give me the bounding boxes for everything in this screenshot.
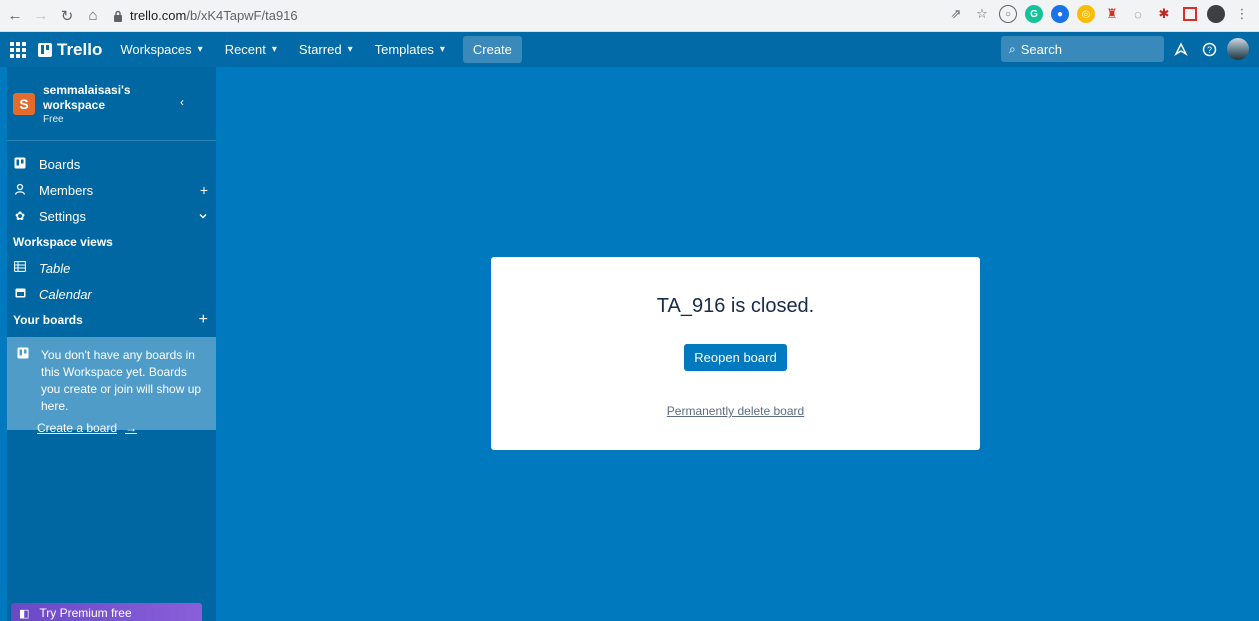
- url-path: /b/xK4TapwF/ta916: [186, 8, 298, 23]
- menu-icon[interactable]: ⋮: [1233, 5, 1251, 23]
- notifications-icon[interactable]: [1172, 40, 1190, 58]
- menu-label: Templates: [374, 42, 434, 57]
- collapse-sidebar-icon[interactable]: ‹: [180, 95, 184, 109]
- settings-icon: ✿: [14, 209, 26, 223]
- share-icon[interactable]: ⇗: [947, 5, 965, 23]
- star-icon[interactable]: ☆: [973, 5, 991, 23]
- add-member-icon[interactable]: +: [200, 182, 208, 198]
- profile-icon[interactable]: [1207, 5, 1225, 23]
- menu-starred[interactable]: Starred ▾: [295, 38, 357, 61]
- sidebar-item-boards[interactable]: Boards: [7, 151, 216, 177]
- workspace-info: semmalaisasi's workspace Free: [43, 83, 131, 125]
- sidebar-item-calendar[interactable]: Calendar: [7, 281, 216, 307]
- extension-icon[interactable]: ◎: [1077, 5, 1095, 23]
- create-board-link[interactable]: Create a board →: [37, 421, 137, 435]
- menu-recent[interactable]: Recent ▾: [221, 38, 281, 61]
- extension-icon[interactable]: ♜: [1103, 5, 1121, 23]
- search-icon: ⌕: [1009, 41, 1016, 56]
- back-arrow-icon[interactable]: ←: [4, 5, 26, 27]
- table-icon: [13, 260, 27, 275]
- grammarly-icon[interactable]: G: [1025, 5, 1043, 23]
- calendar-icon: [13, 287, 27, 301]
- user-avatar[interactable]: [1227, 38, 1249, 60]
- trello-logo[interactable]: Trello: [38, 40, 102, 60]
- chevron-down-icon[interactable]: [198, 208, 208, 224]
- sidebar-item-label: Settings: [39, 208, 86, 224]
- lock-icon: [112, 10, 124, 22]
- sidebar-item-label: Boards: [39, 156, 81, 172]
- home-icon[interactable]: ⌂: [82, 5, 104, 27]
- sidebar-item-members[interactable]: Members +: [7, 177, 216, 203]
- menu-label: Starred: [298, 42, 342, 57]
- sidebar-item-label: Members: [39, 182, 94, 198]
- extensions-area: ⇗ ☆ ○ G ● ◎ ♜ ◌ ✱ ⋮: [947, 5, 1251, 23]
- menu-templates[interactable]: Templates ▾: [371, 38, 449, 61]
- extension-icon[interactable]: ◌: [1129, 5, 1147, 23]
- board-icon: [17, 347, 29, 415]
- empty-boards-notice: You don't have any boards in this Worksp…: [7, 337, 216, 435]
- extension-icon[interactable]: ○: [999, 5, 1017, 23]
- workspace-header: S semmalaisasi's workspace Free ‹: [7, 67, 216, 141]
- sidebar: S semmalaisasi's workspace Free ‹ Boards…: [7, 67, 216, 621]
- extension-icon[interactable]: ●: [1051, 5, 1069, 23]
- app-switcher-icon[interactable]: [10, 41, 26, 58]
- arrow-right-icon: →: [125, 421, 138, 435]
- logo-text: Trello: [57, 39, 103, 59]
- members-icon: [13, 183, 27, 198]
- chevron-down-icon: ▾: [439, 44, 445, 55]
- create-button[interactable]: Create: [462, 36, 522, 63]
- sidebar-item-table[interactable]: Table: [7, 255, 216, 281]
- premium-label: Try Premium free: [39, 606, 132, 620]
- empty-boards-row: You don't have any boards in this Worksp…: [17, 347, 208, 415]
- trello-header: Trello Workspaces ▾ Recent ▾ Starred ▾ Temp…: [0, 32, 1259, 67]
- search-placeholder: Search: [1020, 41, 1062, 57]
- menu-label: Recent: [224, 42, 266, 57]
- menu-workspaces[interactable]: Workspaces ▾: [116, 38, 206, 61]
- premium-icon: ◧: [19, 607, 30, 620]
- trello-logo-icon: [38, 42, 52, 57]
- empty-boards-message: You don't have any boards in this Worksp…: [41, 348, 202, 413]
- puzzle-icon[interactable]: ✱: [1155, 5, 1173, 23]
- address-bar[interactable]: trello.com/b/xK4TapwF/ta916: [112, 3, 1012, 29]
- board-icon: [13, 157, 27, 172]
- closed-board-title: TA_916 is closed.: [656, 295, 815, 317]
- reload-icon[interactable]: ↻: [56, 5, 78, 27]
- chevron-down-icon: ▾: [197, 44, 203, 55]
- menu-label: Workspaces: [120, 42, 192, 57]
- add-board-icon[interactable]: +: [199, 311, 208, 329]
- help-icon[interactable]: ?: [1200, 40, 1218, 58]
- sidebar-item-label: Table: [39, 260, 71, 276]
- search-input[interactable]: ⌕ Search: [1001, 36, 1164, 62]
- chevron-down-icon: ▾: [271, 44, 277, 55]
- workspace-avatar[interactable]: S: [13, 92, 35, 115]
- permanently-delete-link[interactable]: Permanently delete board: [491, 404, 980, 418]
- workspace-views-heading: Workspace views: [13, 235, 113, 249]
- forward-arrow-icon[interactable]: →: [30, 5, 52, 27]
- browser-toolbar: ← → ↻ ⌂ trello.com/b/xK4TapwF/ta916 ⇗ ☆ …: [0, 0, 1259, 32]
- chevron-down-icon: ▾: [347, 44, 353, 55]
- create-board-label: Create a board: [37, 421, 118, 435]
- closed-board-dialog: TA_916 is closed. Reopen board Permanent…: [491, 257, 980, 450]
- sidebar-item-label: Calendar: [39, 286, 92, 302]
- workspace-plan: Free: [43, 113, 64, 125]
- try-premium-button[interactable]: ◧ Try Premium free: [11, 603, 202, 621]
- your-boards-heading: Your boards +: [7, 307, 216, 333]
- workspace-name-line1[interactable]: semmalaisasi's: [43, 83, 131, 98]
- reopen-board-button[interactable]: Reopen board: [684, 344, 787, 371]
- svg-text:?: ?: [1206, 45, 1211, 55]
- your-boards-label: Your boards: [13, 313, 83, 327]
- sidebar-item-settings[interactable]: ✿ Settings: [7, 203, 216, 229]
- url-host: trello.com: [130, 8, 187, 23]
- sidebar-icon[interactable]: [1181, 5, 1199, 23]
- workspace-name-line2[interactable]: workspace: [43, 98, 131, 113]
